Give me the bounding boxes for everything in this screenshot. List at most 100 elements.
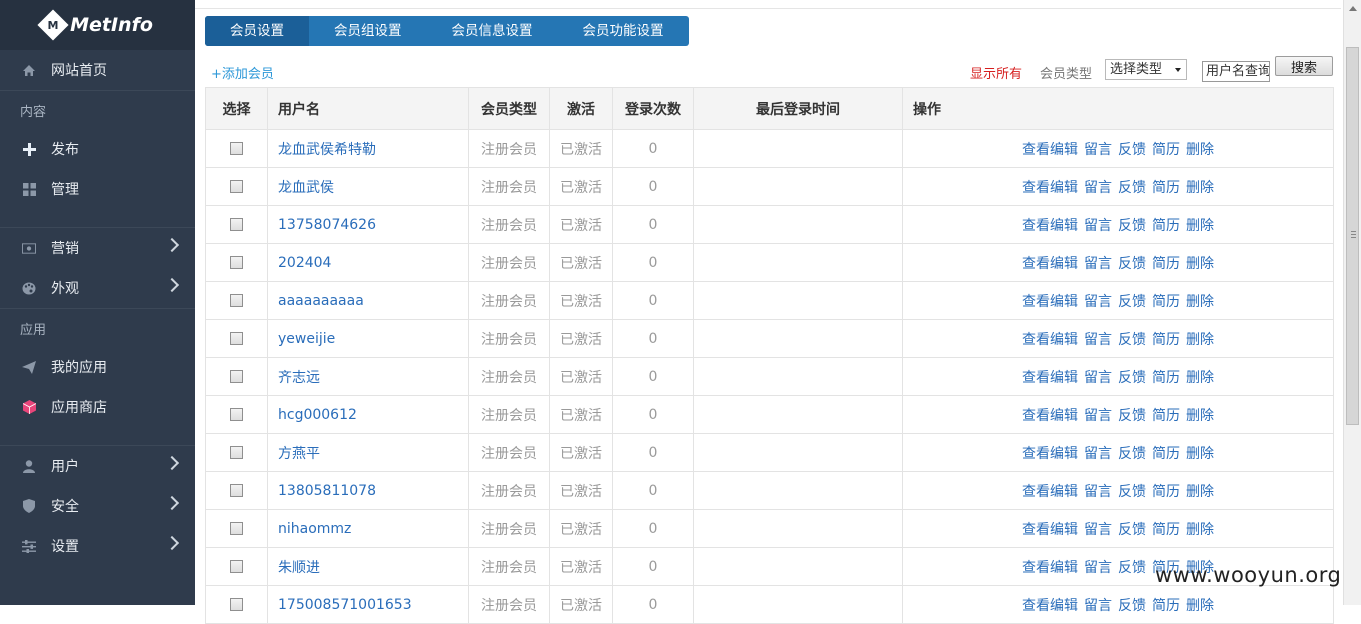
resume-link[interactable]: 简历 (1152, 370, 1180, 386)
view-edit-link[interactable]: 查看编辑 (1022, 598, 1078, 614)
row-checkbox[interactable] (230, 294, 243, 307)
message-link[interactable]: 留言 (1084, 560, 1112, 576)
delete-link[interactable]: 删除 (1186, 484, 1214, 500)
resume-link[interactable]: 简历 (1152, 180, 1180, 196)
row-checkbox[interactable] (230, 218, 243, 231)
sidebar-item-appearance[interactable]: 外观 (0, 268, 195, 308)
feedback-link[interactable]: 反馈 (1118, 598, 1146, 614)
username-search-input[interactable]: 用户名查询 (1202, 61, 1270, 82)
delete-link[interactable]: 删除 (1186, 370, 1214, 386)
username-cell[interactable]: 龙血武侯希特勒 (267, 129, 469, 168)
delete-link[interactable]: 删除 (1186, 256, 1214, 272)
feedback-link[interactable]: 反馈 (1118, 408, 1146, 424)
search-button[interactable]: 搜索 (1275, 56, 1333, 76)
username-cell[interactable]: aaaaaaaaaa (267, 281, 469, 320)
resume-link[interactable]: 简历 (1152, 598, 1180, 614)
message-link[interactable]: 留言 (1084, 142, 1112, 158)
username-cell[interactable]: 龙血武侯 (267, 167, 469, 206)
row-checkbox[interactable] (230, 446, 243, 459)
row-checkbox[interactable] (230, 522, 243, 535)
username-cell[interactable]: 202404 (267, 243, 469, 282)
username-cell[interactable]: nihaommz (267, 509, 469, 548)
delete-link[interactable]: 删除 (1186, 332, 1214, 348)
feedback-link[interactable]: 反馈 (1118, 256, 1146, 272)
delete-link[interactable]: 删除 (1186, 142, 1214, 158)
username-cell[interactable]: 朱顺进 (267, 547, 469, 586)
message-link[interactable]: 留言 (1084, 484, 1112, 500)
message-link[interactable]: 留言 (1084, 598, 1112, 614)
feedback-link[interactable]: 反馈 (1118, 332, 1146, 348)
username-cell[interactable]: 13758074626 (267, 205, 469, 244)
sidebar-item-security[interactable]: 安全 (0, 486, 195, 526)
logo[interactable]: M MetInfo (0, 0, 195, 50)
feedback-link[interactable]: 反馈 (1118, 484, 1146, 500)
vertical-scrollbar[interactable] (1343, 0, 1361, 605)
username-cell[interactable]: 方燕平 (267, 433, 469, 472)
tab-member-info-settings[interactable]: 会员信息设置 (427, 16, 558, 46)
delete-link[interactable]: 删除 (1186, 598, 1214, 614)
username-cell[interactable]: 齐志远 (267, 357, 469, 396)
sidebar-item-users[interactable]: 用户 (0, 446, 195, 486)
scroll-up-arrow-icon[interactable] (1349, 6, 1357, 11)
tab-member-feature-settings[interactable]: 会员功能设置 (558, 16, 689, 46)
delete-link[interactable]: 删除 (1186, 408, 1214, 424)
message-link[interactable]: 留言 (1084, 332, 1112, 348)
resume-link[interactable]: 简历 (1152, 522, 1180, 538)
view-edit-link[interactable]: 查看编辑 (1022, 522, 1078, 538)
message-link[interactable]: 留言 (1084, 446, 1112, 462)
delete-link[interactable]: 删除 (1186, 218, 1214, 234)
view-edit-link[interactable]: 查看编辑 (1022, 332, 1078, 348)
username-cell[interactable]: yeweijie (267, 319, 469, 358)
view-edit-link[interactable]: 查看编辑 (1022, 256, 1078, 272)
row-checkbox[interactable] (230, 560, 243, 573)
resume-link[interactable]: 简历 (1152, 446, 1180, 462)
sidebar-item-settings[interactable]: 设置 (0, 526, 195, 566)
view-edit-link[interactable]: 查看编辑 (1022, 370, 1078, 386)
resume-link[interactable]: 简历 (1152, 256, 1180, 272)
username-cell[interactable]: hcg000612 (267, 395, 469, 434)
delete-link[interactable]: 删除 (1186, 294, 1214, 310)
sidebar-item-app-store[interactable]: 应用商店 (0, 387, 195, 427)
row-checkbox[interactable] (230, 332, 243, 345)
sidebar-item-publish[interactable]: 发布 (0, 129, 195, 169)
delete-link[interactable]: 删除 (1186, 446, 1214, 462)
sidebar-item-manage[interactable]: 管理 (0, 169, 195, 209)
resume-link[interactable]: 简历 (1152, 332, 1180, 348)
tab-member-settings[interactable]: 会员设置 (205, 16, 309, 46)
feedback-link[interactable]: 反馈 (1118, 370, 1146, 386)
message-link[interactable]: 留言 (1084, 522, 1112, 538)
view-edit-link[interactable]: 查看编辑 (1022, 142, 1078, 158)
delete-link[interactable]: 删除 (1186, 180, 1214, 196)
resume-link[interactable]: 简历 (1152, 294, 1180, 310)
message-link[interactable]: 留言 (1084, 180, 1112, 196)
message-link[interactable]: 留言 (1084, 370, 1112, 386)
resume-link[interactable]: 简历 (1152, 484, 1180, 500)
feedback-link[interactable]: 反馈 (1118, 142, 1146, 158)
sidebar-item-home[interactable]: 网站首页 (0, 50, 195, 90)
message-link[interactable]: 留言 (1084, 294, 1112, 310)
scrollbar-thumb[interactable] (1346, 47, 1359, 425)
delete-link[interactable]: 删除 (1186, 522, 1214, 538)
sidebar-item-marketing[interactable]: 营销 (0, 228, 195, 268)
message-link[interactable]: 留言 (1084, 408, 1112, 424)
show-all-link[interactable]: 显示所有 (970, 63, 1022, 82)
message-link[interactable]: 留言 (1084, 256, 1112, 272)
resume-link[interactable]: 简历 (1152, 218, 1180, 234)
resume-link[interactable]: 简历 (1152, 142, 1180, 158)
view-edit-link[interactable]: 查看编辑 (1022, 294, 1078, 310)
view-edit-link[interactable]: 查看编辑 (1022, 180, 1078, 196)
row-checkbox[interactable] (230, 142, 243, 155)
feedback-link[interactable]: 反馈 (1118, 294, 1146, 310)
feedback-link[interactable]: 反馈 (1118, 218, 1146, 234)
row-checkbox[interactable] (230, 408, 243, 421)
add-member-link[interactable]: +添加会员 (211, 63, 274, 82)
view-edit-link[interactable]: 查看编辑 (1022, 218, 1078, 234)
tab-member-group-settings[interactable]: 会员组设置 (309, 16, 427, 46)
sidebar-item-my-apps[interactable]: 我的应用 (0, 347, 195, 387)
message-link[interactable]: 留言 (1084, 218, 1112, 234)
row-checkbox[interactable] (230, 180, 243, 193)
row-checkbox[interactable] (230, 484, 243, 497)
feedback-link[interactable]: 反馈 (1118, 446, 1146, 462)
view-edit-link[interactable]: 查看编辑 (1022, 560, 1078, 576)
row-checkbox[interactable] (230, 256, 243, 269)
